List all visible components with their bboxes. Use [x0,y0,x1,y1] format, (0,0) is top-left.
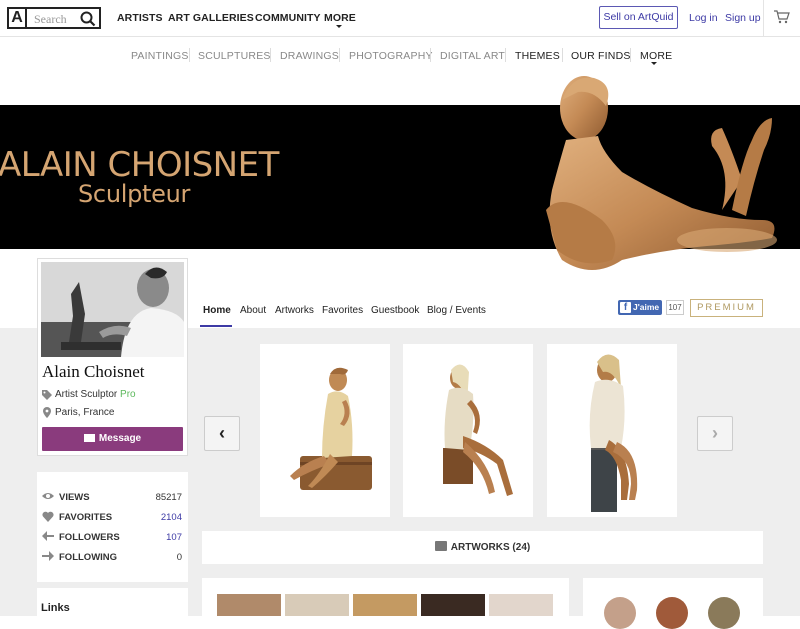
facebook-like-label: J'aime [633,302,660,312]
subnav-drawings[interactable]: DRAWINGS [280,50,339,62]
chevron-down-icon [651,62,657,65]
links-title: Links [41,602,70,614]
envelope-icon [83,434,95,442]
message-label: Message [98,433,142,444]
artwork-thumbnail[interactable] [217,594,281,616]
stat-favorites[interactable]: FAVORITES 2104 [37,508,188,528]
nav-community[interactable]: COMMUNITY [255,12,321,24]
artwork-thumbnail[interactable] [403,344,533,517]
facebook-like-count: 107 [666,300,684,315]
divider [270,48,271,62]
reclining-figure-sculpture-image [546,76,777,270]
artwork-thumbnail[interactable] [421,594,485,616]
chevron-left-icon: ‹ [219,423,225,443]
signup-link[interactable]: Sign up [725,12,761,24]
stat-label: VIEWS [59,492,90,503]
artwork-thumbnail[interactable] [547,344,677,517]
artist-location: Paris, France [55,407,115,418]
divider [505,48,506,62]
premium-badge: PREMIUM [690,299,763,317]
artwork-thumbnail[interactable] [489,594,553,616]
role-text: Artist Sculptor [55,389,118,400]
login-link[interactable]: Log in [689,12,718,24]
nav-artists[interactable]: ARTISTS [117,12,163,24]
stat-followers[interactable]: FOLLOWERS 107 [37,528,188,548]
artworks-count-label: ARTWORKS (24) [450,542,531,553]
pro-badge: Pro [120,389,136,400]
avatar[interactable] [708,597,740,629]
avatar[interactable] [656,597,688,629]
carousel-prev-button[interactable]: ‹ [204,416,240,451]
divider [189,48,190,62]
profile-card: Alain Choisnet Artist Sculptor Pro Paris… [37,258,188,456]
divider [763,0,764,37]
arrow-left-icon [42,531,54,541]
artworks-button[interactable]: ARTWORKS (24) [202,531,763,564]
artwork-thumbnail[interactable] [285,594,349,616]
stat-value: 2104 [160,512,182,523]
tab-blog-events[interactable]: Blog / Events [427,305,486,316]
nav-more[interactable]: MORE [324,12,356,24]
subnav-themes[interactable]: THEMES [515,50,560,62]
message-button[interactable]: Message [42,427,183,451]
artist-name: Alain Choisnet [42,362,145,381]
tab-guestbook[interactable]: Guestbook [371,305,419,316]
tab-artworks[interactable]: Artworks [275,305,314,316]
avatar[interactable] [604,597,636,629]
stat-label: FOLLOWING [59,552,118,563]
active-tab-indicator [200,325,232,327]
search-input[interactable]: Search [27,7,101,29]
divider [430,48,431,62]
heart-icon [42,511,54,522]
stat-value: 0 [176,552,182,563]
top-bar: A Search ARTISTS ART GALLERIES COMMUNITY… [0,0,800,37]
banner-subtitle: Sculpteur [78,180,191,208]
search-icon[interactable] [80,11,96,27]
artquid-logo[interactable]: A [7,7,27,29]
facebook-icon: f [620,302,631,313]
stat-following: FOLLOWING 0 [37,548,188,568]
stat-label: FOLLOWERS [59,532,120,543]
sell-on-artquid-button[interactable]: Sell on ArtQuid [599,6,678,29]
subnav-paintings[interactable]: PAINTINGS [131,50,189,62]
arrow-right-icon [42,551,54,561]
location-pin-icon [43,407,51,418]
divider [562,48,563,62]
stat-value: 85217 [155,492,182,503]
artist-role: Artist Sculptor Pro [55,389,136,400]
search-placeholder: Search [34,12,67,26]
artwork-thumbnail[interactable] [260,344,390,517]
subnav-sculptures[interactable]: SCULPTURES [198,50,271,62]
briefcase-icon [434,541,447,551]
stats-panel: VIEWS 85217 FAVORITES 2104 FOLLOWERS 107… [37,472,188,582]
cart-icon[interactable] [774,10,790,24]
tab-about[interactable]: About [240,305,266,316]
subnav-photography[interactable]: PHOTOGRAPHY [349,50,433,62]
links-panel: Links [37,588,188,616]
tab-home[interactable]: Home [203,305,231,316]
divider [339,48,340,62]
carousel-next-button[interactable]: › [697,416,733,451]
banner-artist-name: ALAIN CHOISNET [0,145,279,185]
tag-icon [42,390,52,400]
artist-photo [41,262,184,357]
chevron-right-icon: › [712,423,718,443]
artwork-thumbnail[interactable] [353,594,417,616]
subnav-digital-art[interactable]: DIGITAL ART [440,50,505,62]
facebook-like-button[interactable]: f J'aime [618,300,662,315]
chevron-down-icon [336,25,342,28]
eye-icon [42,493,54,499]
stat-views: VIEWS 85217 [37,488,188,508]
subnav-our-finds[interactable]: OUR FINDS [571,50,631,62]
subnav-more[interactable]: MORE [640,50,672,62]
stat-value: 107 [166,532,182,543]
tab-favorites[interactable]: Favorites [322,305,363,316]
stat-label: FAVORITES [59,512,113,523]
nav-art-galleries[interactable]: ART GALLERIES [168,12,254,24]
divider [630,48,631,62]
